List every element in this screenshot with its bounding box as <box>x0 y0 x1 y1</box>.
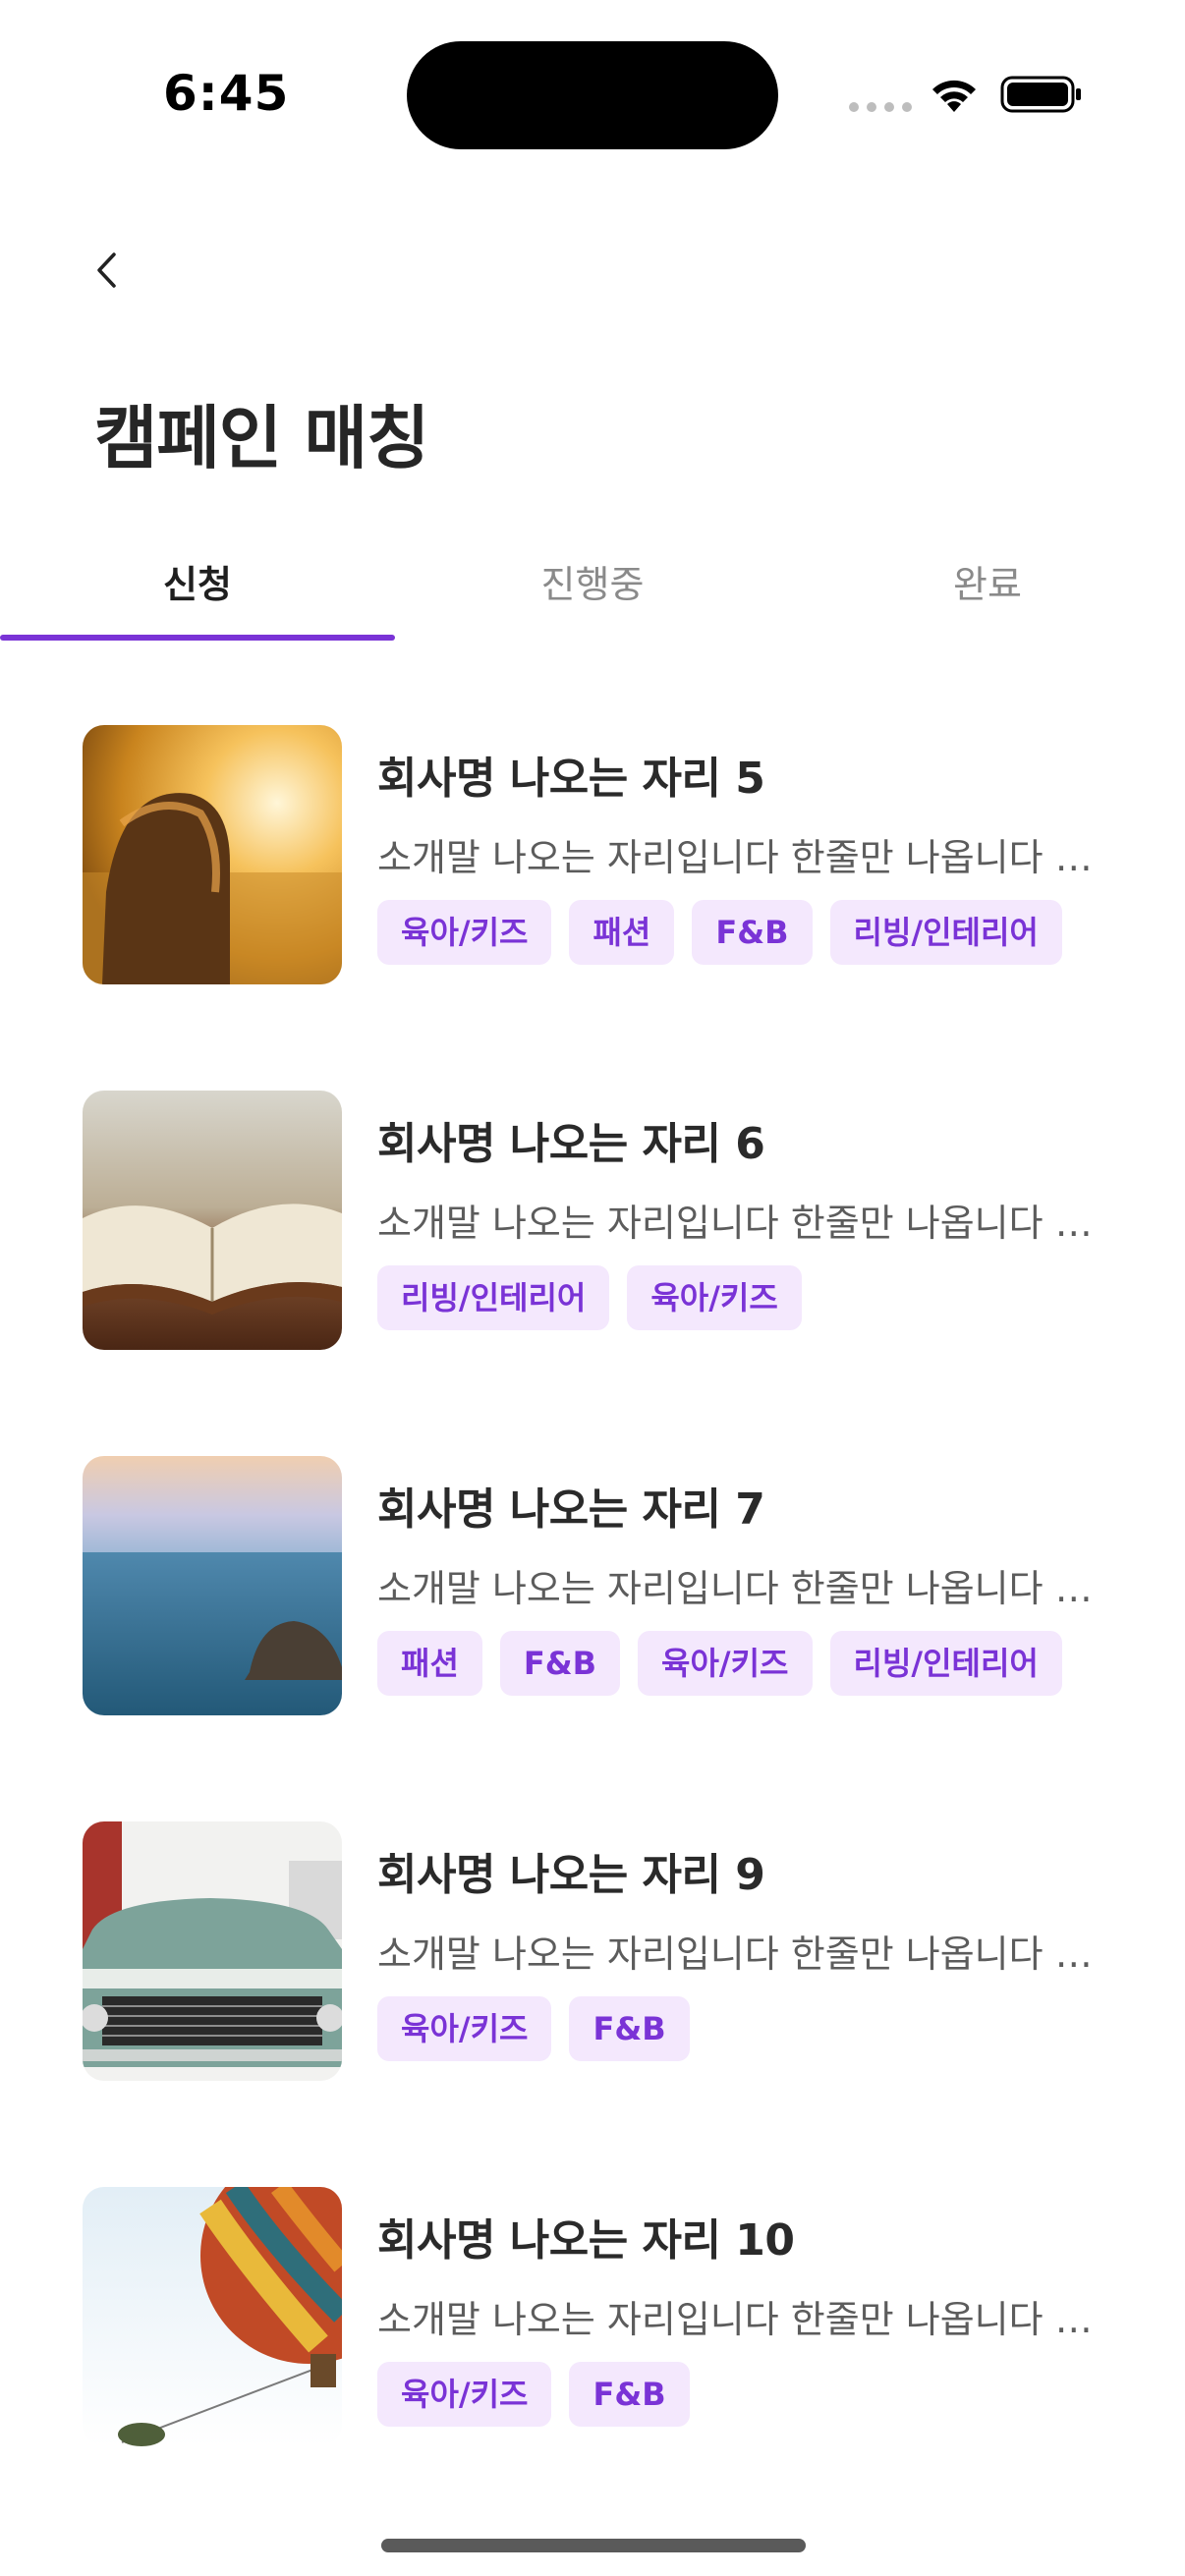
category-tag: 육아/키즈 <box>638 1631 813 1696</box>
category-tag: 육아/키즈 <box>377 900 552 965</box>
category-tags: 리빙/인테리어 육아/키즈 <box>377 1265 802 1330</box>
campaign-thumbnail <box>83 2187 342 2446</box>
campaign-company-name: 회사명 나오는 자리 7 <box>377 1484 765 1535</box>
category-tag: 리빙/인테리어 <box>829 1631 1062 1696</box>
category-tag: F&B <box>569 1996 690 2061</box>
campaign-description: 소개말 나오는 자리입니다 한줄만 나옵니다 더 길어지면 <box>377 836 1104 879</box>
campaign-description: 소개말 나오는 자리입니다 한줄만 나옵니다 더 길어지면 <box>377 1932 1104 1976</box>
campaign-company-name: 회사명 나오는 자리 9 <box>377 1850 765 1900</box>
campaign-thumbnail <box>83 1091 342 1350</box>
campaign-thumbnail <box>83 1456 342 1715</box>
campaign-thumbnail <box>83 1821 342 2081</box>
back-button[interactable] <box>85 246 128 295</box>
campaign-item[interactable]: 회사명 나오는 자리 7 소개말 나오는 자리입니다 한줄만 나옵니다 더 길어… <box>0 1456 1185 1821</box>
category-tag: 육아/키즈 <box>377 1996 552 2061</box>
campaign-list: 회사명 나오는 자리 5 소개말 나오는 자리입니다 한줄만 나옵니다 더 길어… <box>0 725 1185 2552</box>
dynamic-island <box>407 41 778 149</box>
campaign-company-name: 회사명 나오는 자리 5 <box>377 754 765 804</box>
tab-in-progress[interactable]: 진행중 <box>395 550 790 643</box>
campaign-item[interactable]: 회사명 나오는 자리 5 소개말 나오는 자리입니다 한줄만 나옵니다 더 길어… <box>0 725 1185 1091</box>
campaign-description: 소개말 나오는 자리입니다 한줄만 나옵니다 더 길어지면 <box>377 2298 1104 2341</box>
wifi-icon <box>932 80 976 112</box>
category-tag: 패션 <box>377 1631 482 1696</box>
category-tag: 육아/키즈 <box>627 1265 802 1330</box>
campaign-company-name: 회사명 나오는 자리 6 <box>377 1119 765 1169</box>
category-tag: 육아/키즈 <box>377 2362 552 2427</box>
tab-completed[interactable]: 완료 <box>790 550 1185 643</box>
campaign-description: 소개말 나오는 자리입니다 한줄만 나옵니다 더 길어지면 <box>377 1567 1104 1610</box>
status-time: 6:45 <box>163 65 290 122</box>
campaign-description: 소개말 나오는 자리입니다 한줄만 나옵니다 더 길어지면 <box>377 1202 1104 1245</box>
category-tag: 리빙/인테리어 <box>377 1265 610 1330</box>
campaign-company-name: 회사명 나오는 자리 10 <box>377 2215 795 2266</box>
campaign-item[interactable]: 회사명 나오는 자리 9 소개말 나오는 자리입니다 한줄만 나옵니다 더 길어… <box>0 1821 1185 2187</box>
campaign-matching-screen: 6:45 캠페인 매칭 신청 진행중 완료 회사명 나오는 자리 5 소개말 나… <box>0 0 1185 2576</box>
battery-icon <box>1000 76 1081 113</box>
active-tab-indicator <box>0 635 395 641</box>
category-tag: 리빙/인테리어 <box>829 900 1062 965</box>
category-tags: 육아/키즈 패션 F&B 리빙/인테리어 <box>377 900 1062 965</box>
category-tag: F&B <box>499 1631 621 1696</box>
chevron-left-icon <box>97 252 116 288</box>
campaign-item[interactable]: 회사명 나오는 자리 6 소개말 나오는 자리입니다 한줄만 나옵니다 더 길어… <box>0 1091 1185 1456</box>
category-tag: 패션 <box>569 900 675 965</box>
home-indicator <box>381 2539 806 2552</box>
category-tags: 패션 F&B 육아/키즈 리빙/인테리어 <box>377 1631 1062 1696</box>
category-tag: F&B <box>569 2362 690 2427</box>
campaign-item[interactable]: 회사명 나오는 자리 10 소개말 나오는 자리입니다 한줄만 나옵니다 더 길… <box>0 2187 1185 2552</box>
page-title: 캠페인 매칭 <box>94 398 429 478</box>
category-tag: F&B <box>692 900 813 965</box>
category-tags: 육아/키즈 F&B <box>377 1996 690 2061</box>
tab-apply[interactable]: 신청 <box>0 550 395 643</box>
category-tags: 육아/키즈 F&B <box>377 2362 690 2427</box>
cellular-signal-icon <box>849 102 912 112</box>
campaign-thumbnail <box>83 725 342 984</box>
tab-bar: 신청 진행중 완료 <box>0 550 1185 643</box>
